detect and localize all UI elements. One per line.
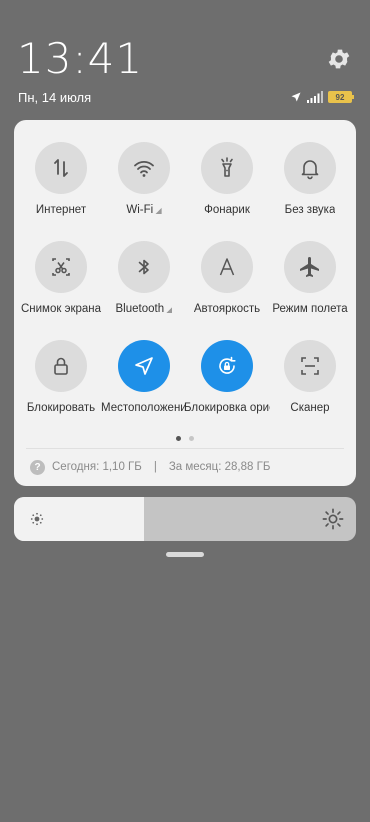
tile-button[interactable]: [35, 340, 87, 392]
tile-label: Местоположение: [101, 402, 187, 414]
usage-separator: |: [153, 461, 157, 473]
tile-button[interactable]: [284, 241, 336, 293]
brightness-slider[interactable]: [14, 497, 356, 541]
tile-scanner[interactable]: Сканер: [267, 340, 353, 414]
tile-bell[interactable]: Без звука: [267, 142, 353, 216]
screenshot-icon: [52, 258, 70, 276]
tile-label: Сканер: [290, 402, 330, 414]
tile-label: Фонарик: [204, 204, 250, 216]
usage-month: За месяц: 28,88 ГБ: [168, 461, 271, 473]
settings-button[interactable]: [326, 46, 352, 72]
status-icons: 92: [290, 89, 354, 105]
tile-button[interactable]: [118, 241, 170, 293]
data-usage[interactable]: ? Сегодня: 1,10 ГБ | За месяц: 28,88 ГБ: [30, 458, 270, 476]
expand-triangle-icon: ◢: [153, 206, 162, 215]
page-indicator: [14, 436, 356, 441]
lock-icon: [54, 357, 68, 375]
airplane-icon: [300, 257, 319, 277]
battery-icon: 92: [328, 91, 354, 103]
tile-button[interactable]: [118, 340, 170, 392]
tile-lock[interactable]: Блокировать: [18, 340, 104, 414]
tile-auto-brightness[interactable]: Автояркость: [184, 241, 270, 315]
battery-level: 92: [335, 92, 345, 102]
tile-screenshot[interactable]: Снимок экрана: [18, 241, 104, 315]
expand-triangle-icon: ◢: [164, 305, 173, 314]
tile-button[interactable]: [284, 340, 336, 392]
tile-label: Bluetooth ◢: [115, 303, 173, 315]
tile-flashlight[interactable]: Фонарик: [184, 142, 270, 216]
location-status-icon: [291, 92, 301, 102]
rotation-lock-icon: [219, 356, 236, 374]
clock: 13:41: [17, 34, 144, 83]
tile-label: Блокировка ориентации: [184, 402, 270, 414]
tile-mobile-data[interactable]: Интернет: [18, 142, 104, 216]
scanner-icon: [301, 357, 319, 375]
help-icon: ?: [30, 459, 45, 475]
tile-label: Wi-Fi ◢: [126, 204, 162, 216]
usage-today: Сегодня: 1,10 ГБ: [52, 461, 142, 473]
tile-button[interactable]: [201, 241, 253, 293]
tile-label: Снимок экрана: [20, 303, 102, 315]
bell-icon: [301, 160, 319, 180]
tile-button[interactable]: [35, 142, 87, 194]
divider: [26, 448, 344, 449]
page-dot: [176, 436, 181, 441]
quick-settings-panel: Интернет Wi-Fi ◢ Фонарик Без звука Снимок эк…: [14, 120, 356, 486]
tile-button[interactable]: [284, 142, 336, 194]
tile-airplane[interactable]: Режим полета: [267, 241, 353, 315]
tile-label: Режим полета: [272, 303, 348, 315]
location-icon: [135, 357, 153, 375]
tile-button[interactable]: [35, 241, 87, 293]
tile-label: Автояркость: [193, 303, 261, 315]
tile-label: Без звука: [284, 204, 336, 216]
bluetooth-icon: [138, 259, 149, 275]
wifi-icon: [134, 161, 154, 177]
auto-brightness-icon: [219, 258, 235, 276]
brightness-low-icon: [30, 512, 44, 526]
tile-label: Интернет: [35, 204, 87, 216]
signal-icon: [307, 91, 323, 103]
drag-handle[interactable]: [166, 552, 204, 557]
mobile-data-icon: [54, 159, 68, 177]
tile-label: Блокировать: [26, 402, 96, 414]
tile-button[interactable]: [201, 340, 253, 392]
date: Пн, 14 июля: [18, 90, 92, 105]
gear-icon: [328, 49, 350, 69]
tile-wifi[interactable]: Wi-Fi ◢: [101, 142, 187, 216]
tile-button[interactable]: [118, 142, 170, 194]
tile-rotation-lock[interactable]: Блокировка ориентации: [184, 340, 270, 414]
tile-bluetooth[interactable]: Bluetooth ◢: [101, 241, 187, 315]
flashlight-icon: [221, 157, 233, 177]
tile-location[interactable]: Местоположение: [101, 340, 187, 414]
tile-button[interactable]: [201, 142, 253, 194]
page-dot: [189, 436, 194, 441]
brightness-high-icon: [322, 508, 344, 530]
